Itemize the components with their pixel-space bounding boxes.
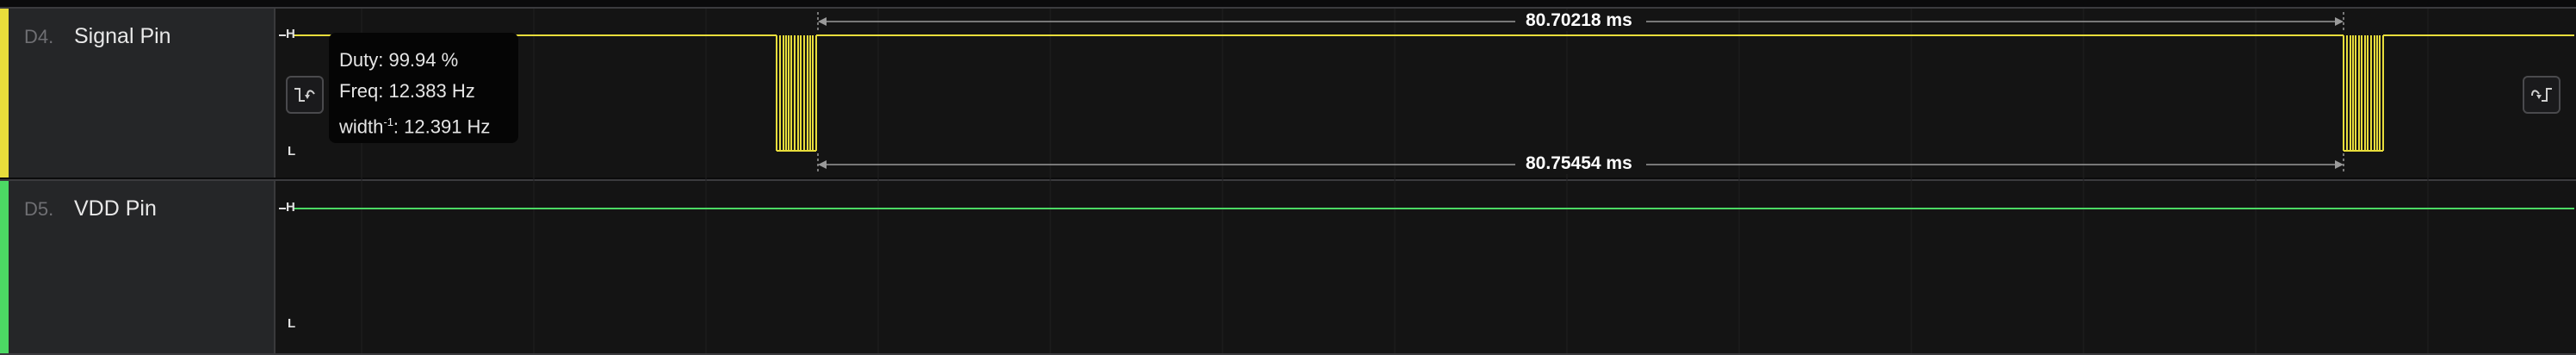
time-grid xyxy=(361,9,2429,353)
top-interval-label: 80.70218 ms xyxy=(1520,10,1638,31)
tooltip-width-prefix: width xyxy=(339,115,384,138)
d5-high-label: H xyxy=(286,200,295,215)
tooltip-width-sup: -1 xyxy=(383,115,393,128)
level-ticks xyxy=(279,34,286,209)
measurement-tooltip: Duty: 99.94 % Freq: 12.383 Hz width-1: 1… xyxy=(329,33,518,143)
next-edge-icon xyxy=(2531,88,2552,102)
bottom-interval-label: 80.75454 ms xyxy=(1520,153,1638,174)
d4-low-label: L xyxy=(288,144,296,159)
tooltip-freq: Freq: 12.383 Hz xyxy=(339,80,475,102)
tooltip-width-value: : 12.391 Hz xyxy=(393,115,491,138)
tooltip-duty: Duty: 99.94 % xyxy=(339,49,459,71)
previous-edge-button[interactable] xyxy=(286,76,324,114)
d5-low-label: L xyxy=(288,316,296,331)
tooltip-width: width-1: 12.391 Hz xyxy=(339,107,508,142)
d4-high-label: H xyxy=(286,27,295,41)
signal-pulse-burst-2 xyxy=(2343,35,2384,152)
next-edge-button[interactable] xyxy=(2523,76,2561,114)
signal-pulse-burst-1 xyxy=(776,35,817,152)
previous-edge-icon xyxy=(294,88,315,102)
